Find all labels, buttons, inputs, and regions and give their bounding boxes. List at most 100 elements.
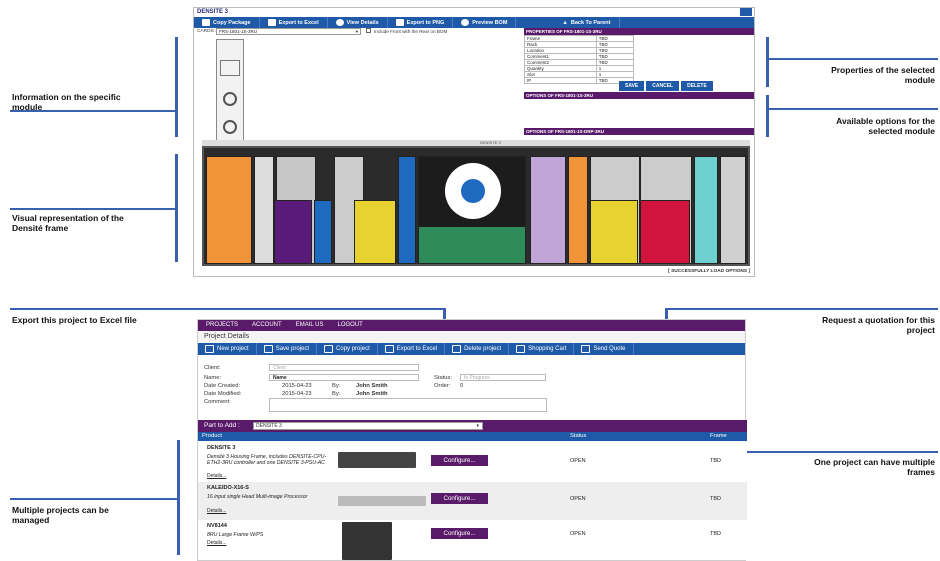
client-input[interactable]: Client: [269, 364, 419, 371]
product-image: [342, 522, 392, 560]
properties-header: PROPERTIES OF FRS-1801-1S-3RU: [524, 28, 754, 35]
product-name: NV8144: [207, 523, 227, 529]
excel-icon: [267, 19, 276, 26]
arrow-up-icon: ▲: [562, 19, 568, 26]
save-project-button[interactable]: Save project: [257, 343, 318, 355]
order-value: 0: [460, 383, 464, 389]
image-icon: [395, 19, 404, 26]
module-card[interactable]: [694, 156, 718, 264]
property-buttons: SAVE CANCEL DELETE: [619, 81, 713, 91]
nav-email-us[interactable]: EMAIL US: [296, 320, 324, 331]
details-link[interactable]: Details...: [207, 508, 226, 514]
row-frame: TBD: [710, 531, 721, 537]
module-card[interactable]: [530, 156, 566, 264]
row-status: OPEN: [570, 458, 586, 464]
cards-select[interactable]: FRS-1801-1S-3RU ▾: [216, 28, 361, 35]
trash-icon: [452, 345, 462, 353]
module-card[interactable]: [568, 156, 588, 264]
product-image: [338, 496, 426, 506]
window-control-icon[interactable]: [740, 8, 752, 16]
date-created-value: 2015-04-23: [282, 383, 312, 389]
densite-frame[interactable]: [202, 146, 750, 266]
editor-toolbar: Copy Package Export to Excel View Detail…: [194, 17, 754, 28]
mail-icon: [581, 345, 591, 353]
send-quote-button[interactable]: Send Quote: [574, 343, 634, 355]
status-select[interactable]: In Progress: [460, 374, 546, 381]
copy-package-button[interactable]: Copy Package: [194, 17, 260, 28]
status-label: Status:: [434, 375, 453, 381]
frame-label: DENSITE 3: [480, 140, 501, 145]
nav-account[interactable]: ACCOUNT: [252, 320, 282, 331]
created-by-value: John Smith: [356, 383, 388, 389]
created-by-label: By:: [332, 383, 341, 389]
col-frame: Frame: [710, 433, 727, 439]
nav-logout[interactable]: LOGOUT: [337, 320, 362, 331]
export-excel-button[interactable]: Export to Excel: [378, 343, 446, 355]
callout-line: [738, 451, 938, 453]
callout-multiple-projects: Multiple projects can be managed: [12, 505, 109, 525]
product-name: DENSITE 3: [207, 445, 236, 451]
module-card[interactable]: [398, 156, 416, 264]
name-label: Name:: [204, 375, 222, 381]
delete-button[interactable]: DELETE: [681, 81, 713, 91]
psu-card[interactable]: [418, 156, 526, 264]
name-input[interactable]: Name: [269, 374, 419, 381]
shopping-cart-button[interactable]: Shopping Cart: [509, 343, 575, 355]
module-card[interactable]: [274, 200, 312, 264]
configure-button[interactable]: Configure...: [431, 528, 488, 539]
order-label: Order:: [434, 383, 451, 389]
module-card[interactable]: [206, 156, 252, 264]
callout-options-selected: Available options for the selected modul…: [836, 116, 935, 136]
callout-one-project: One project can have multiple frames: [814, 457, 935, 477]
product-image: [338, 452, 416, 468]
options-header: OPTIONS OF FRS-1801-1S-3RU: [524, 92, 754, 99]
project-details-screenshot: PROJECTS ACCOUNT EMAIL US LOGOUT Project…: [197, 319, 747, 561]
export-png-button[interactable]: Export to PNG: [388, 17, 454, 28]
back-to-parent-button[interactable]: ▲ Back To Parent: [554, 17, 620, 28]
comment-input[interactable]: [269, 398, 547, 412]
module-card[interactable]: [354, 200, 396, 264]
product-desc: 8RU Large Frame W/PS: [207, 532, 264, 538]
delete-project-button[interactable]: Delete project: [445, 343, 510, 355]
save-button[interactable]: SAVE: [619, 81, 645, 91]
include-front-checkbox[interactable]: Include Front with the Rear on BOM: [366, 28, 447, 34]
modified-by-label: By:: [332, 391, 341, 397]
modified-by-value: John Smith: [356, 391, 388, 397]
col-product: Product: [202, 433, 222, 439]
search-icon: [461, 19, 470, 26]
preview-bom-button[interactable]: Preview BOM: [453, 17, 517, 28]
row-frame: TBD: [710, 496, 721, 502]
property-row: IP TBD: [524, 77, 635, 84]
callout-props-selected: Properties of the selected module: [831, 65, 935, 85]
comment-label: Comment:: [204, 399, 231, 405]
part-to-add-select[interactable]: DENSITE 3 ▾: [253, 422, 483, 430]
callout-bracket: [766, 37, 769, 87]
details-link[interactable]: Details...: [207, 540, 226, 546]
nav-projects[interactable]: PROJECTS: [206, 320, 238, 331]
module-card[interactable]: [254, 156, 274, 264]
module-card[interactable]: [590, 200, 638, 264]
details-link[interactable]: Details...: [207, 473, 226, 479]
date-created-label: Date Created:: [204, 383, 241, 389]
callout-export-excel: Export this project to Excel file: [12, 315, 137, 325]
copy-project-button[interactable]: Copy project: [317, 343, 378, 355]
copy-icon: [202, 19, 210, 26]
new-project-button[interactable]: New project: [198, 343, 257, 355]
configure-button[interactable]: Configure...: [431, 455, 488, 466]
export-excel-button[interactable]: Export to Excel: [260, 17, 328, 28]
callout-visual-rep: Visual representation of the Densité fra…: [12, 213, 124, 233]
callout-bracket: [177, 440, 180, 555]
callout-bracket: [175, 154, 178, 262]
callout-line: [768, 108, 938, 110]
module-card[interactable]: [640, 200, 690, 264]
client-label: Client:: [204, 365, 221, 371]
callout-line: [10, 498, 178, 500]
view-details-button[interactable]: View Details: [328, 17, 388, 28]
module-card[interactable]: [720, 156, 746, 264]
configure-button[interactable]: Configure...: [431, 493, 488, 504]
product-table-header: Product Status Frame: [198, 432, 747, 441]
cancel-button[interactable]: CANCEL: [646, 81, 680, 91]
copy-icon: [324, 345, 334, 353]
module-card[interactable]: [314, 200, 332, 264]
callout-line: [10, 110, 175, 112]
